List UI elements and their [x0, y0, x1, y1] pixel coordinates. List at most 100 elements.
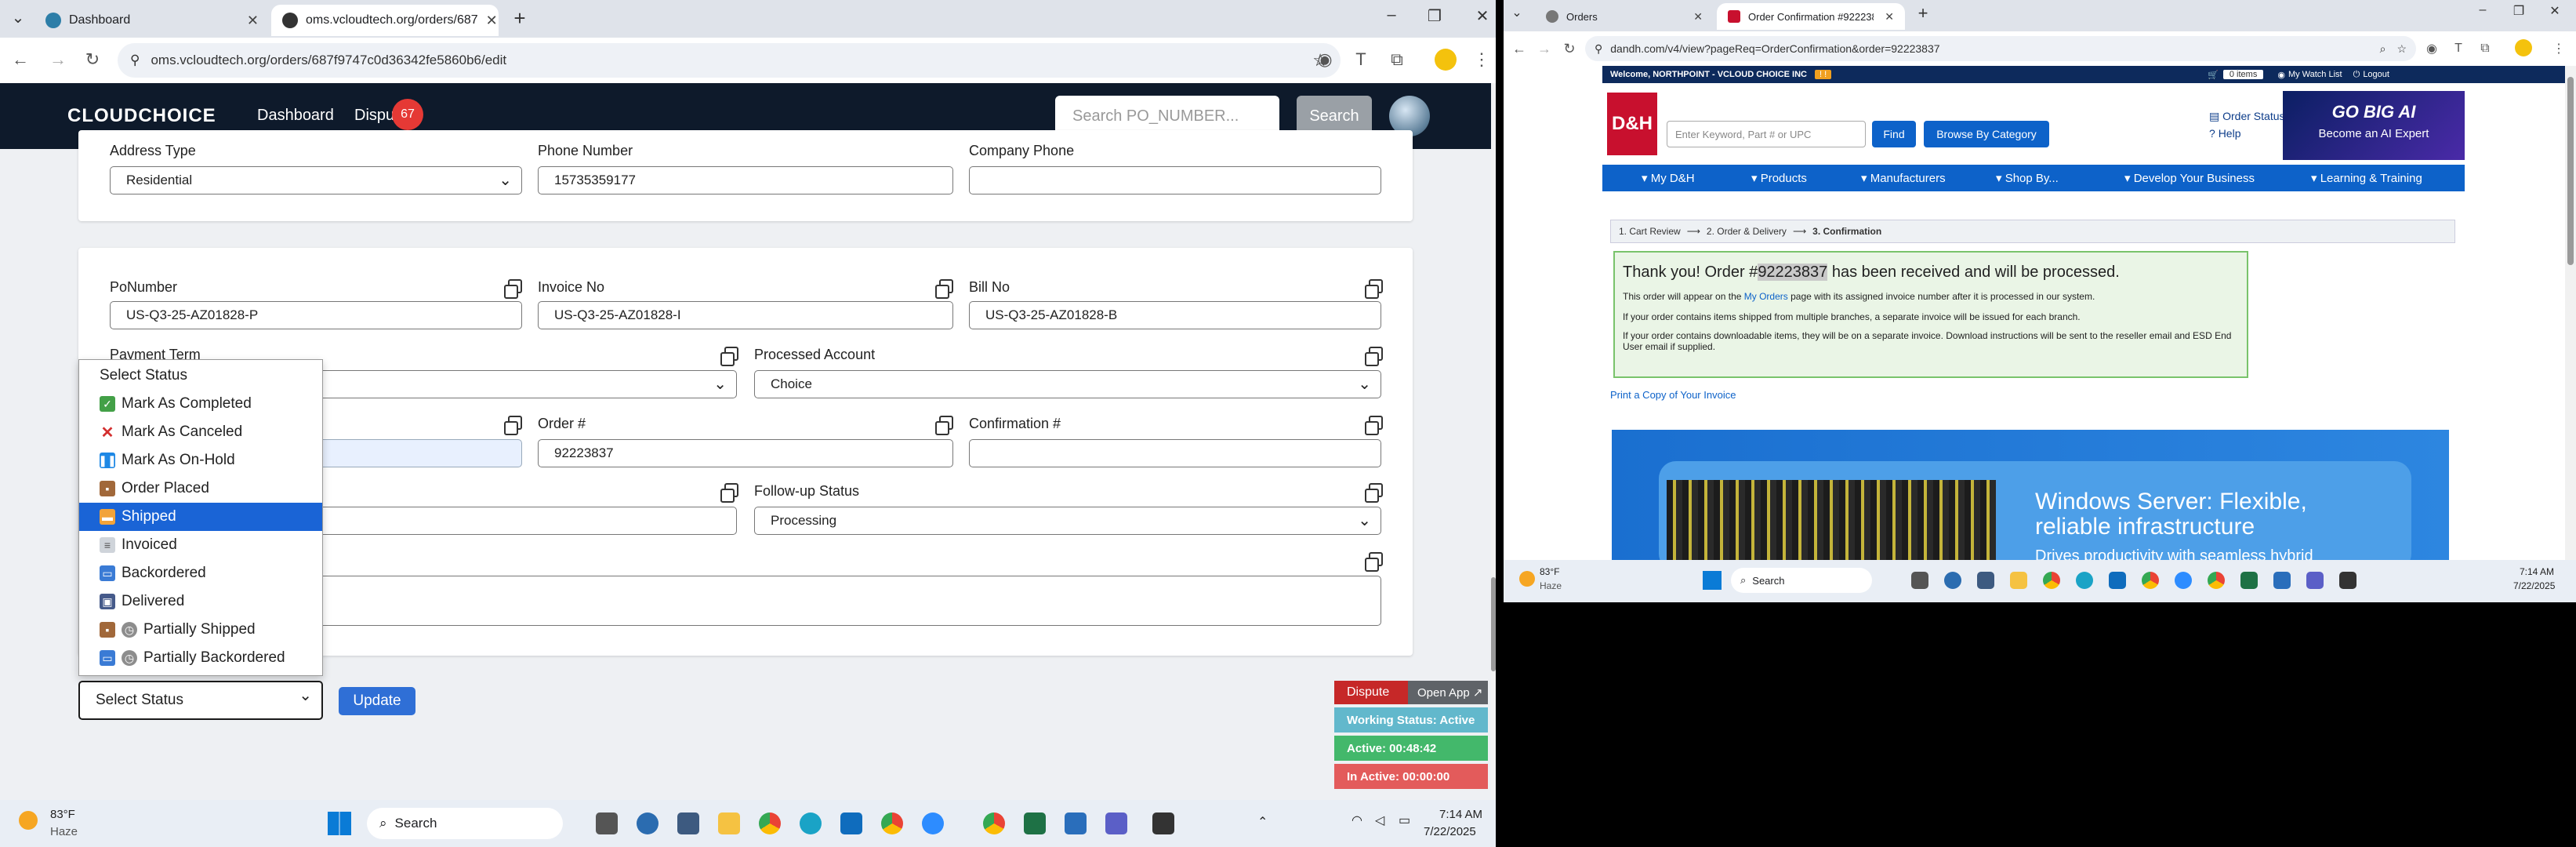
chrome-icon[interactable] [881, 812, 903, 834]
tab-search-icon[interactable]: ⌄ [6, 8, 30, 27]
nav-my-dh[interactable]: ▾ My D&H [1642, 171, 1695, 185]
nav-manufacturers[interactable]: ▾ Manufacturers [1861, 171, 1946, 185]
status-option-completed[interactable]: ✓ Mark As Completed [79, 390, 322, 418]
teams-icon[interactable] [1105, 812, 1127, 834]
profile-avatar-icon[interactable] [2515, 39, 2532, 56]
tab-oms-order[interactable]: oms.vcloudtech.org/orders/687 ✕ [271, 5, 499, 36]
scrollbar-thumb[interactable] [2567, 77, 2574, 265]
copy-icon[interactable] [1365, 279, 1383, 299]
windows-server-promo[interactable]: Windows Server: Flexible, reliable infra… [1612, 430, 2449, 560]
copy-icon[interactable] [720, 347, 738, 366]
logout-link[interactable]: Logout [2363, 70, 2389, 79]
clock-date[interactable]: 7/22/2025 [1424, 825, 1476, 838]
menu-kebab-icon[interactable]: ⋮ [2548, 38, 2570, 60]
ai-expert-banner[interactable]: GO BIG AI Become an AI Expert [2283, 91, 2465, 160]
company-phone-input[interactable] [969, 166, 1381, 194]
restore-icon[interactable]: ❐ [1423, 6, 1446, 26]
zoom-icon[interactable]: ⌕ [2380, 42, 2386, 56]
puzzle-icon[interactable]: ⧉ [2474, 38, 2496, 60]
close-tab-icon[interactable]: ✕ [486, 13, 498, 29]
minimize-icon[interactable]: – [1380, 6, 1403, 24]
text-icon[interactable]: T [2447, 38, 2469, 60]
phone-input[interactable]: 15735359177 [538, 166, 953, 194]
chrome-icon[interactable] [759, 812, 781, 834]
weather-icon[interactable] [1519, 571, 1535, 587]
restore-icon[interactable]: ❐ [2507, 3, 2531, 19]
status-option-partially-shipped[interactable]: ▪ ◷ Partially Shipped [79, 616, 322, 644]
excel-icon[interactable] [2240, 572, 2258, 589]
outlook-icon[interactable] [840, 812, 862, 834]
bookmark-star-icon[interactable]: ☆ [2396, 42, 2407, 56]
nav-disputes[interactable]: Dispu [354, 107, 394, 125]
clock-date[interactable]: 7/22/2025 [2513, 580, 2555, 591]
order-number-input[interactable]: 92223837 [538, 439, 953, 467]
open-app-button[interactable]: Open App ↗ [1408, 681, 1488, 704]
address-type-select[interactable]: Residential [110, 166, 522, 194]
copy-icon[interactable] [504, 279, 522, 299]
extension-icon[interactable]: ◉ [2421, 38, 2443, 60]
close-tab-icon[interactable]: ✕ [247, 13, 259, 29]
site-info-icon[interactable]: ⚲ [130, 53, 140, 68]
status-option-invoiced[interactable]: ≡ Invoiced [79, 531, 322, 559]
excel-icon[interactable] [1024, 812, 1046, 834]
copy-icon[interactable] [1365, 483, 1383, 503]
dh-search-input[interactable]: Enter Keyword, Part # or UPC [1667, 121, 1866, 147]
watchlist-icon[interactable]: ◉ [2277, 70, 2285, 80]
nav-shop-by[interactable]: ▾ Shop By... [1996, 171, 2059, 185]
new-tab-icon[interactable]: + [1911, 3, 1935, 24]
text-icon[interactable]: T [1350, 49, 1372, 71]
address-bar[interactable]: ⚲ oms.vcloudtech.org/orders/687f9747c0d3… [118, 43, 1341, 78]
taskbar-search[interactable]: ⌕ Search [1731, 568, 1872, 593]
close-window-icon[interactable]: ✕ [1471, 6, 1494, 26]
chrome-icon[interactable] [2208, 572, 2225, 589]
extension-icon[interactable]: ◉ [1314, 49, 1336, 71]
chrome-icon[interactable] [2043, 572, 2060, 589]
confirmation-input[interactable] [969, 439, 1381, 467]
tab-dashboard[interactable]: Dashboard ✕ [34, 5, 270, 36]
copy-icon[interactable] [720, 483, 738, 503]
logout-icon[interactable]: ⏻ [2353, 70, 2360, 80]
brand-logo[interactable]: CLOUDCHOICE [67, 105, 216, 127]
status-option-partially-backordered[interactable]: ▭ ◷ Partially Backordered [79, 644, 322, 672]
update-button[interactable]: Update [339, 687, 415, 715]
forward-icon[interactable]: → [47, 49, 69, 71]
processed-account-select[interactable]: Choice [754, 370, 1381, 398]
close-window-icon[interactable]: ✕ [2543, 3, 2567, 19]
chrome-icon[interactable] [2142, 572, 2159, 589]
sticky-notes-icon[interactable] [2339, 572, 2356, 589]
clock-time[interactable]: 7:14 AM [2520, 566, 2554, 577]
outlook-icon[interactable] [2109, 572, 2126, 589]
status-option-select[interactable]: Select Status [79, 362, 322, 390]
po-number-input[interactable]: US-Q3-25-AZ01828-P [110, 301, 522, 329]
copy-icon[interactable] [1365, 416, 1383, 435]
cart-count[interactable]: 0 items [2222, 70, 2264, 79]
zoom-icon[interactable] [922, 812, 944, 834]
alert-icons[interactable]: ! ! [1814, 70, 1832, 79]
watchlist-link[interactable]: My Watch List [2288, 70, 2342, 79]
weather-icon[interactable] [19, 811, 38, 830]
status-option-on-hold[interactable]: ❚❚ Mark As On-Hold [79, 446, 322, 474]
address-bar[interactable]: ⚲ dandh.com/v4/view?pageReq=OrderConfirm… [1585, 36, 2416, 61]
page-scrollbar[interactable] [1491, 83, 1496, 800]
dh-find-button[interactable]: Find [1872, 121, 1916, 147]
chrome-icon[interactable] [983, 812, 1005, 834]
followup-status-select[interactable]: Processing [754, 507, 1381, 535]
tab-order-confirmation[interactable]: Order Confirmation #92223837 ✕ [1717, 3, 1905, 30]
invoice-no-input[interactable]: US-Q3-25-AZ01828-I [538, 301, 953, 329]
back-icon[interactable]: ← [1508, 38, 1530, 60]
copy-icon[interactable] [1365, 347, 1383, 366]
status-option-delivered[interactable]: ▣ Delivered [79, 587, 322, 616]
dispute-tab[interactable]: Dispute [1334, 681, 1408, 704]
edge-icon[interactable] [2076, 572, 2093, 589]
status-option-backordered[interactable]: ▭ Backordered [79, 559, 322, 587]
status-select[interactable]: Select Status [78, 681, 323, 720]
help-link[interactable]: ? Help [2209, 127, 2240, 140]
order-status-link[interactable]: ▤ Order Status [2209, 110, 2285, 123]
calculator-icon[interactable] [1977, 572, 1994, 589]
edge-icon[interactable] [800, 812, 822, 834]
profile-avatar-icon[interactable] [1435, 49, 1457, 71]
app-icon[interactable] [2273, 572, 2291, 589]
app-icon[interactable] [1065, 812, 1087, 834]
my-orders-link[interactable]: My Orders [1744, 291, 1788, 302]
tray-chevron-icon[interactable]: ⌃ [1257, 814, 1268, 830]
